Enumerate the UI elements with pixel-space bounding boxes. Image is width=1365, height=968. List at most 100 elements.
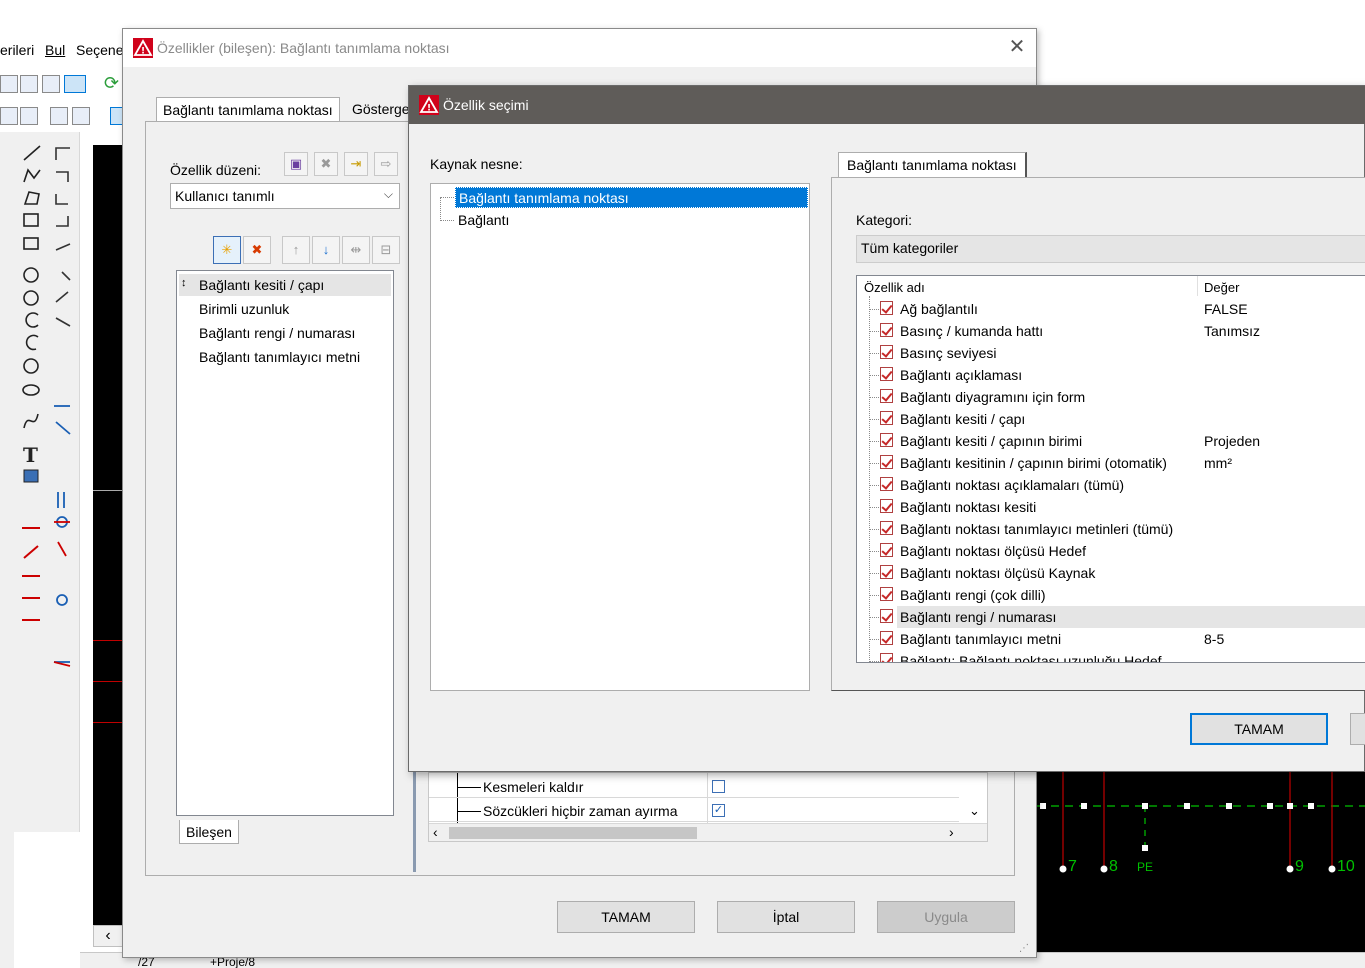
source-object-tree[interactable]: Bağlantı tanımlama noktası Bağlantı — [430, 183, 810, 691]
toolbar-icon[interactable] — [50, 107, 68, 125]
resize-grip[interactable]: ⋰ — [1019, 943, 1029, 954]
property-check-icon — [880, 367, 893, 381]
column-header-value[interactable]: Değer — [1204, 280, 1239, 295]
category-label: Kategori: — [856, 212, 913, 228]
table-row[interactable]: Bağlantı noktası tanımlayıcı metinleri (… — [857, 518, 1365, 540]
menu-item-find[interactable]: Bul — [45, 42, 65, 58]
list-item[interactable]: Bağlantı kesiti / çapı — [199, 277, 324, 293]
source-object-label: Kaynak nesne: — [430, 156, 523, 172]
menu-item-options[interactable]: Seçene — [76, 42, 123, 58]
list-item[interactable]: Birimli uzunluk — [199, 301, 289, 317]
table-row[interactable]: Bağlantı noktası kesiti — [857, 496, 1365, 518]
format-row-label: Kesmeleri kaldır — [483, 779, 584, 795]
table-row[interactable]: Bağlantı noktası açıklamaları (tümü) — [857, 474, 1365, 496]
list-item[interactable]: Bağlantı tanımlayıcı metni — [199, 349, 360, 365]
apply-button[interactable]: Uygula — [877, 901, 1015, 933]
remove-breaks-checkbox[interactable] — [712, 780, 725, 793]
property-name: Bağlantı açıklaması — [900, 367, 1023, 383]
toolbar-icon[interactable] — [20, 107, 38, 125]
property-selection-titlebar[interactable]: ! Özellik seçimi — [409, 86, 1365, 124]
property-value: Projeden — [1204, 433, 1261, 449]
table-row[interactable]: Bağlantı diyagramını için form — [857, 386, 1365, 408]
drawing-canvas-right[interactable]: 7 8 PE 9 10 — [1037, 772, 1365, 952]
category-combo[interactable]: Tüm kategoriler — [856, 235, 1365, 263]
drawing-tools-icons[interactable]: T — [14, 132, 80, 692]
column-header-name[interactable]: Özellik adı — [864, 280, 925, 295]
table-row[interactable]: Basınç seviyesi — [857, 342, 1365, 364]
table-row[interactable]: Ağ bağlantılı FALSE — [857, 298, 1365, 320]
tab-connection-point[interactable]: Bağlantı tanımlama noktası — [156, 97, 340, 121]
list-item[interactable]: Bağlantı rengi / numarası — [199, 325, 355, 341]
cancel-button[interactable]: İptal — [717, 901, 855, 933]
table-row[interactable]: Bağlantı rengi (çok dilli) — [857, 584, 1365, 606]
selection-cancel-button[interactable] — [1350, 713, 1365, 745]
move-up-icon[interactable]: ↑ — [282, 236, 310, 264]
property-layout-combo[interactable]: Kullanıcı tanımlı ⌵ — [170, 183, 400, 209]
toolbar-icon[interactable] — [64, 75, 86, 93]
tree-item-selected[interactable]: Bağlantı tanımlama noktası — [455, 187, 808, 208]
property-check-icon — [880, 455, 893, 469]
properties-dialog-titlebar[interactable]: ! Özellikler (bileşen): Bağlantı tanımla… — [123, 29, 1036, 67]
refresh-icon[interactable]: ⟳ — [104, 74, 122, 93]
property-list[interactable]: ↕ Bağlantı kesiti / çapı Birimli uzunluk… — [176, 270, 394, 816]
format-grid-hscroll[interactable]: ‹ › — [429, 823, 987, 841]
table-row[interactable]: Bağlantı tanımlayıcı metni 8-5 — [857, 628, 1365, 650]
table-row[interactable]: Bağlantı kesiti / çapının birimi Projeden — [857, 430, 1365, 452]
table-row[interactable]: Bağlantı açıklaması — [857, 364, 1365, 386]
menu-item-editors[interactable]: erileri — [0, 42, 34, 58]
properties-tab-panel: Kategori: Tüm kategoriler Özellik adı De… — [831, 177, 1365, 691]
delete-layout-icon[interactable]: ✖ — [314, 152, 338, 176]
svg-text:T: T — [23, 443, 38, 467]
property-check-icon — [880, 301, 893, 315]
property-name: Bağlantı tanımlayıcı metni — [900, 631, 1062, 647]
toolbar-icon[interactable] — [20, 75, 38, 93]
ok-button[interactable]: TAMAM — [557, 901, 695, 933]
toolbar-icon[interactable] — [42, 75, 60, 93]
table-row[interactable]: Bağlantı kesiti / çapı — [857, 408, 1365, 430]
tab-display[interactable]: Gösterge — [346, 97, 416, 121]
property-name: Bağlantı noktası ölçüsü Hedef — [900, 543, 1087, 559]
no-hyphenation-checkbox[interactable]: ✓ — [712, 804, 725, 817]
table-row[interactable]: Bağlantı kesitinin / çapının birimi (oto… — [857, 452, 1365, 474]
new-property-icon[interactable]: ✳ — [213, 236, 241, 264]
selection-ok-button[interactable]: TAMAM — [1190, 713, 1328, 745]
move-down-icon[interactable]: ↓ — [312, 236, 340, 264]
toolbar-icon[interactable] — [72, 107, 90, 125]
table-row[interactable]: Basınç / kumanda hattı Tanımsız — [857, 320, 1365, 342]
remove-property-icon[interactable]: ✖ — [243, 236, 271, 264]
save-layout-icon[interactable]: ▣ — [284, 152, 308, 176]
toolbar-icon[interactable] — [0, 75, 18, 93]
table-row[interactable]: Bağlantı noktası ölçüsü Kaynak — [857, 562, 1365, 584]
property-check-icon — [880, 499, 893, 513]
svg-text:!: ! — [427, 104, 431, 114]
property-name: Basınç / kumanda hattı — [900, 323, 1044, 339]
spread-icon[interactable]: ⇹ — [342, 236, 370, 264]
app-logo-icon: ! — [133, 38, 153, 58]
table-row[interactable]: Bağlantı noktası ölçüsü Hedef — [857, 540, 1365, 562]
property-value: 8-5 — [1204, 631, 1225, 647]
property-value: FALSE — [1204, 301, 1248, 317]
tab-connection-point-properties[interactable]: Bağlantı tanımlama noktası — [838, 152, 1027, 178]
property-check-icon — [880, 587, 893, 601]
property-value: Tanımsız — [1204, 323, 1261, 339]
properties-dialog-title: Özellikler (bileşen): Bağlantı tanımlama… — [157, 40, 450, 56]
property-name: Bağlantı kesiti / çapı — [900, 411, 1026, 427]
import-icon[interactable]: ⇥ — [344, 152, 368, 176]
scroll-left-arrow[interactable]: ‹ — [93, 925, 123, 947]
tree-item[interactable]: Bağlantı — [458, 212, 509, 228]
property-value: mm² — [1204, 455, 1232, 471]
property-table[interactable]: Özellik adı Değer Ağ bağlantılı FALSE Bası… — [856, 275, 1365, 663]
close-icon[interactable]: ✕ — [1007, 37, 1027, 57]
property-check-icon — [880, 543, 893, 557]
table-row[interactable]: Bağlantı rengi / numarası — [857, 606, 1365, 628]
property-name: Bağlantı noktası tanımlayıcı metinleri (… — [900, 521, 1174, 537]
chevron-down-icon[interactable]: ⌄ — [969, 803, 980, 819]
group-icon[interactable]: ⊟ — [372, 236, 400, 264]
tab-component[interactable]: Bileşen — [179, 820, 239, 844]
toolbar-icon[interactable] — [0, 107, 18, 125]
table-row[interactable]: Bağlantı: Bağlantı noktası uzunluğu Hede… — [857, 650, 1365, 662]
export-icon[interactable]: ⇨ — [374, 152, 398, 176]
left-strip — [0, 132, 14, 968]
format-grid: Kesmeleri kaldır Sözcükleri hiçbir zaman… — [428, 772, 988, 842]
property-name: Bağlantı rengi (çok dilli) — [900, 587, 1046, 603]
